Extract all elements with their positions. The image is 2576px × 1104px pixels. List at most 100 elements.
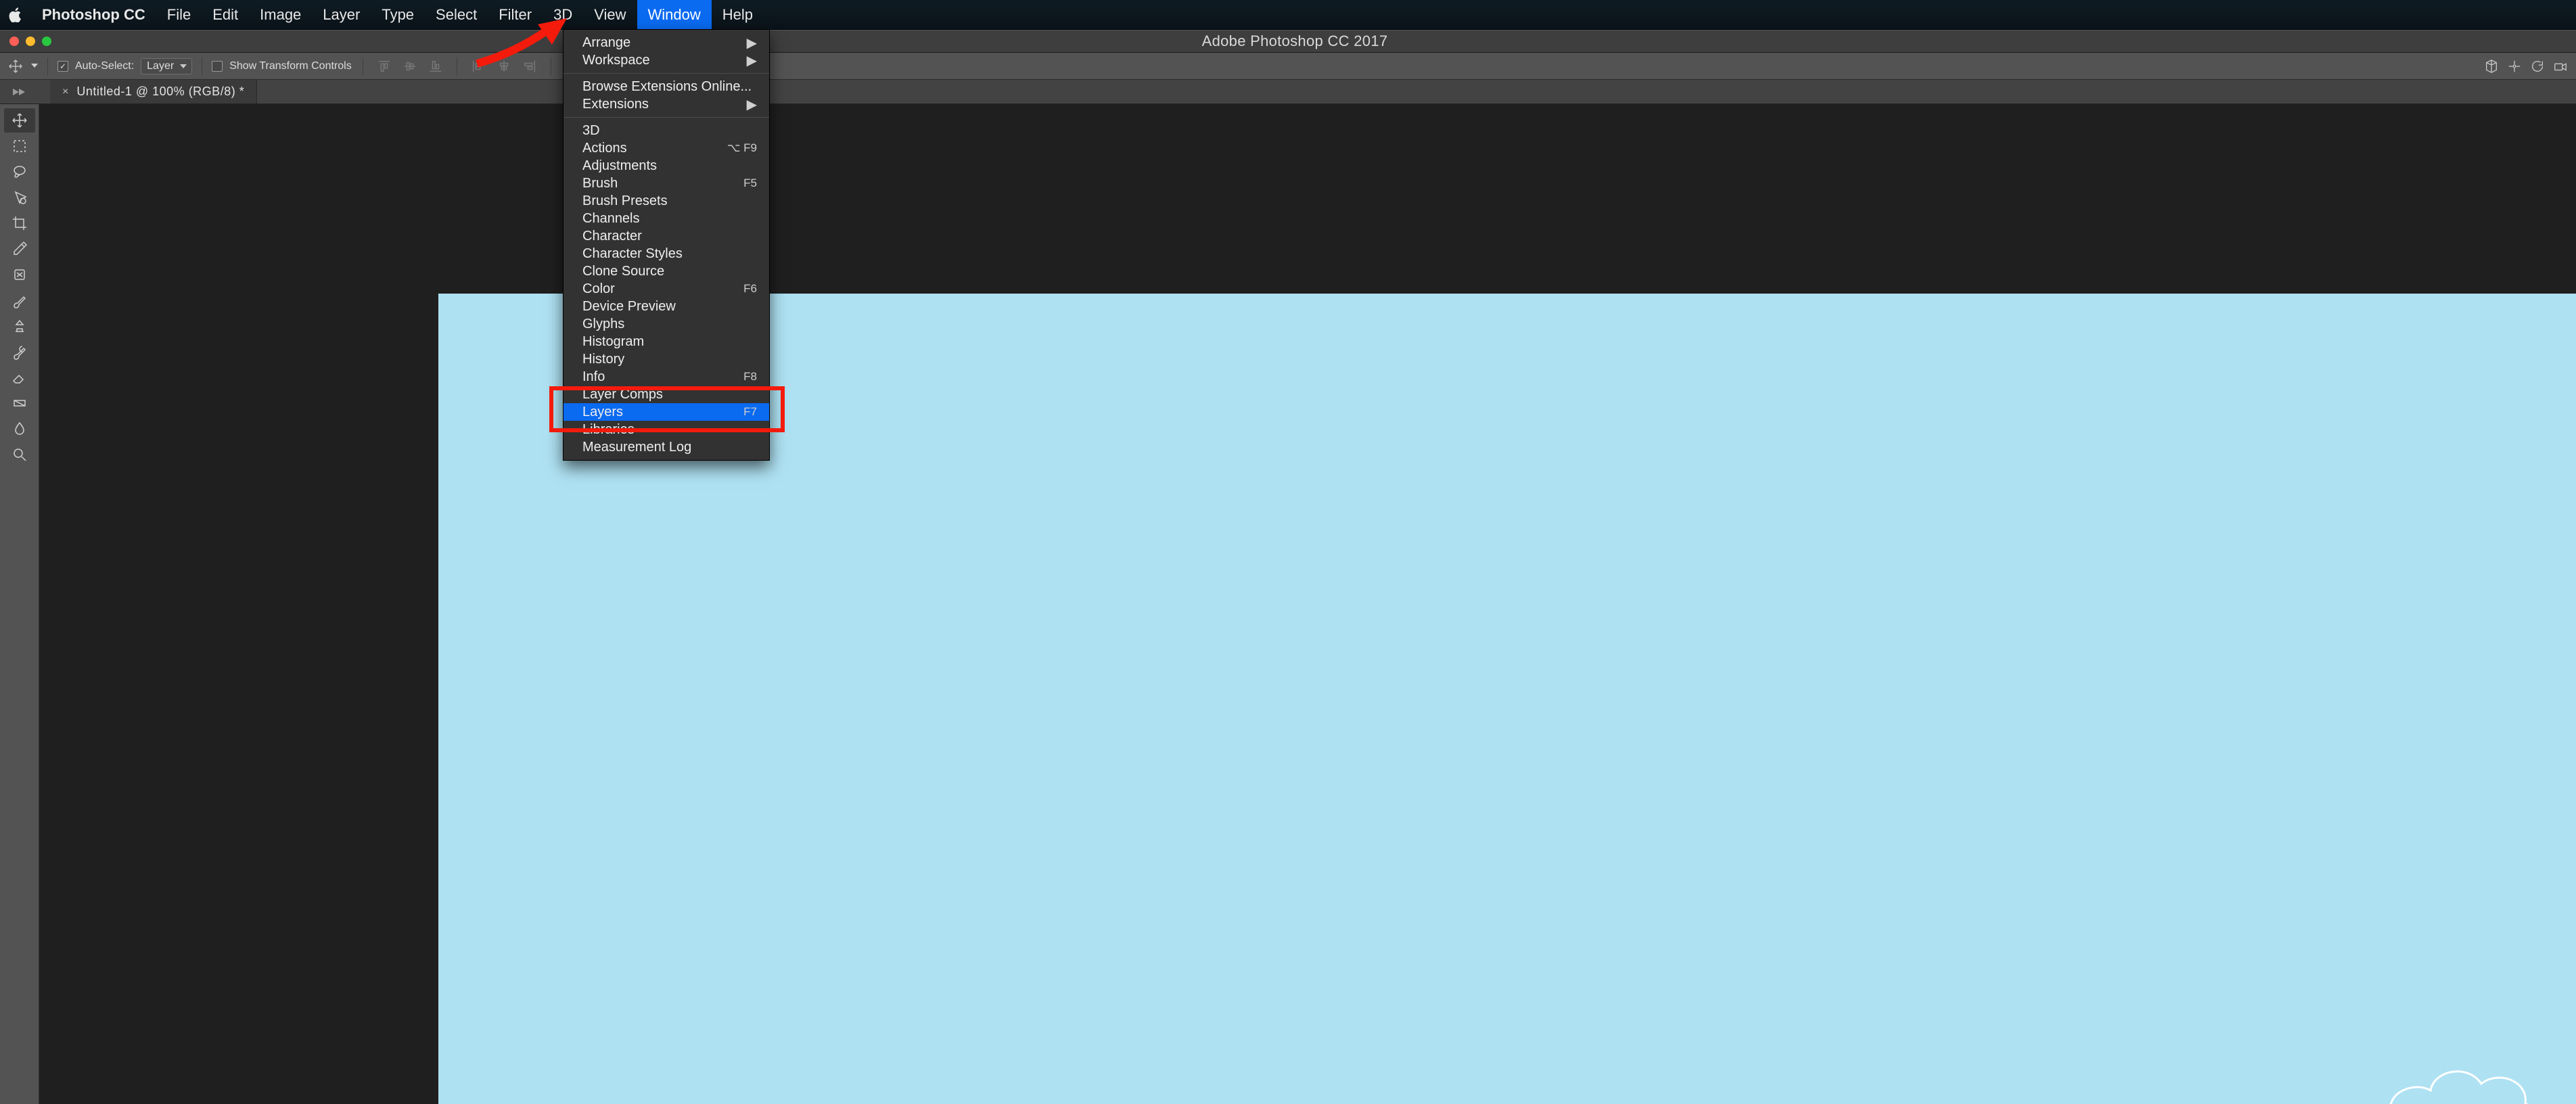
rect-marquee-tool[interactable]	[4, 134, 35, 158]
menubar-item-edit[interactable]: Edit	[202, 0, 249, 29]
align-vcenter-icon[interactable]	[398, 57, 421, 76]
healing-brush-tool[interactable]	[4, 262, 35, 287]
lasso-tool[interactable]	[4, 160, 35, 184]
submenu-arrow-icon: ▶	[747, 34, 757, 51]
align-top-icon[interactable]	[373, 57, 396, 76]
quick-select-tool[interactable]	[4, 185, 35, 210]
rotate-icon[interactable]	[2527, 56, 2548, 76]
document-tab[interactable]: × Untitled-1 @ 100% (RGB/8) *	[50, 80, 257, 104]
window-menu-item-brush-presets[interactable]: Brush Presets	[564, 192, 769, 210]
tool-preset-dropdown-icon[interactable]	[31, 60, 38, 72]
menu-item-shortcut: F7	[743, 405, 757, 419]
menubar-item-type[interactable]: Type	[371, 0, 425, 29]
menubar-item-filter[interactable]: Filter	[488, 0, 543, 29]
window-menu-item-history[interactable]: History	[564, 350, 769, 368]
window-menu-dropdown: Arrange▶Workspace▶Browse Extensions Onli…	[563, 30, 770, 461]
menubar-item-window[interactable]: Window	[637, 0, 712, 29]
align-group-2	[467, 57, 541, 76]
crop-tool[interactable]	[4, 211, 35, 235]
menu-item-label: Browse Extensions Online...	[582, 79, 757, 95]
move-tool-indicator-icon[interactable]	[5, 56, 26, 76]
show-transform-label: Show Transform Controls	[228, 60, 353, 72]
window-minimize-icon[interactable]	[26, 37, 35, 46]
menubar-item-layer[interactable]: Layer	[312, 0, 371, 29]
window-menu-item-workspace[interactable]: Workspace▶	[564, 51, 769, 69]
window-menu-item-libraries[interactable]: Libraries	[564, 421, 769, 438]
window-zoom-icon[interactable]	[42, 37, 51, 46]
menu-item-label: History	[582, 352, 757, 367]
menubar-item-image[interactable]: Image	[249, 0, 312, 29]
auto-select-checkbox[interactable]	[58, 61, 68, 72]
align-hcenter-icon[interactable]	[492, 57, 515, 76]
menu-item-label: Glyphs	[582, 317, 757, 332]
window-menu-item-device-preview[interactable]: Device Preview	[564, 298, 769, 315]
menubar-item-view[interactable]: View	[583, 0, 637, 29]
show-transform-checkbox[interactable]	[212, 61, 223, 72]
toolbox	[0, 104, 39, 1104]
window-title: Adobe Photoshop CC 2017	[61, 32, 2529, 50]
menu-item-label: Layer Comps	[582, 387, 757, 402]
move-tool[interactable]	[4, 108, 35, 133]
align-right-icon[interactable]	[518, 57, 541, 76]
document-tab-bar: × Untitled-1 @ 100% (RGB/8) *	[0, 80, 2576, 104]
menubar-app-name[interactable]: Photoshop CC	[31, 0, 156, 29]
align-bottom-icon[interactable]	[424, 57, 447, 76]
gradient-tool[interactable]	[4, 391, 35, 415]
window-menu-item-extensions[interactable]: Extensions▶	[564, 95, 769, 113]
menu-item-label: Character	[582, 229, 757, 244]
options-bar: Auto-Select: Layer Show Transform Contro…	[0, 53, 2576, 80]
tabbar-expand-icon[interactable]	[4, 85, 34, 99]
clone-stamp-tool[interactable]	[4, 314, 35, 338]
window-menu-item-histogram[interactable]: Histogram	[564, 333, 769, 350]
submenu-arrow-icon: ▶	[747, 96, 757, 113]
window-menu-item-measurement-log[interactable]: Measurement Log	[564, 438, 769, 456]
history-brush-tool[interactable]	[4, 340, 35, 364]
menu-item-label: Brush	[582, 176, 743, 191]
align-to-canvas-icon[interactable]	[2504, 56, 2525, 76]
dodge-tool[interactable]	[4, 442, 35, 467]
menu-item-label: Info	[582, 369, 743, 385]
window-menu-item-color[interactable]: ColorF6	[564, 280, 769, 298]
apple-menu-icon[interactable]	[0, 0, 31, 29]
cloud-illustration-icon	[2380, 1040, 2556, 1104]
window-menu-item-info[interactable]: InfoF8	[564, 368, 769, 386]
camera-icon[interactable]	[2550, 56, 2571, 76]
window-menu-item-channels[interactable]: Channels	[564, 210, 769, 227]
menubar-item-help[interactable]: Help	[712, 0, 764, 29]
menu-item-label: Channels	[582, 211, 757, 227]
menubar-item-file[interactable]: File	[156, 0, 202, 29]
canvas-area[interactable]	[39, 104, 2576, 1104]
blur-tool[interactable]	[4, 417, 35, 441]
eraser-tool[interactable]	[4, 365, 35, 390]
menu-item-label: Adjustments	[582, 158, 757, 174]
auto-select-label: Auto-Select:	[74, 60, 135, 72]
menubar-item-3d[interactable]: 3D	[543, 0, 583, 29]
menu-item-label: Brush Presets	[582, 193, 757, 209]
align-left-icon[interactable]	[467, 57, 490, 76]
eyedropper-tool[interactable]	[4, 237, 35, 261]
submenu-arrow-icon: ▶	[747, 52, 757, 69]
menu-item-label: Device Preview	[582, 299, 757, 315]
window-menu-item-layer-comps[interactable]: Layer Comps	[564, 386, 769, 403]
window-titlebar: Adobe Photoshop CC 2017	[0, 30, 2576, 53]
menu-item-label: Actions	[582, 141, 727, 156]
window-menu-item-brush[interactable]: BrushF5	[564, 175, 769, 192]
window-menu-item-arrange[interactable]: Arrange▶	[564, 34, 769, 51]
window-menu-item-browse-extensions-online[interactable]: Browse Extensions Online...	[564, 78, 769, 95]
window-menu-item-character-styles[interactable]: Character Styles	[564, 245, 769, 262]
menubar-item-select[interactable]: Select	[425, 0, 488, 29]
auto-select-dropdown[interactable]: Layer	[141, 58, 192, 74]
window-menu-item-glyphs[interactable]: Glyphs	[564, 315, 769, 333]
window-menu-item-character[interactable]: Character	[564, 227, 769, 245]
window-menu-item-layers[interactable]: LayersF7	[564, 403, 769, 421]
close-tab-icon[interactable]: ×	[62, 86, 68, 98]
3d-mode-icon[interactable]	[2481, 56, 2502, 76]
window-menu-item-3d[interactable]: 3D	[564, 122, 769, 139]
window-close-icon[interactable]	[9, 37, 19, 46]
window-traffic-lights[interactable]	[0, 37, 61, 46]
window-menu-item-actions[interactable]: Actions⌥ F9	[564, 139, 769, 157]
menu-item-label: Workspace	[582, 53, 747, 68]
brush-tool[interactable]	[4, 288, 35, 313]
window-menu-item-clone-source[interactable]: Clone Source	[564, 262, 769, 280]
window-menu-item-adjustments[interactable]: Adjustments	[564, 157, 769, 175]
